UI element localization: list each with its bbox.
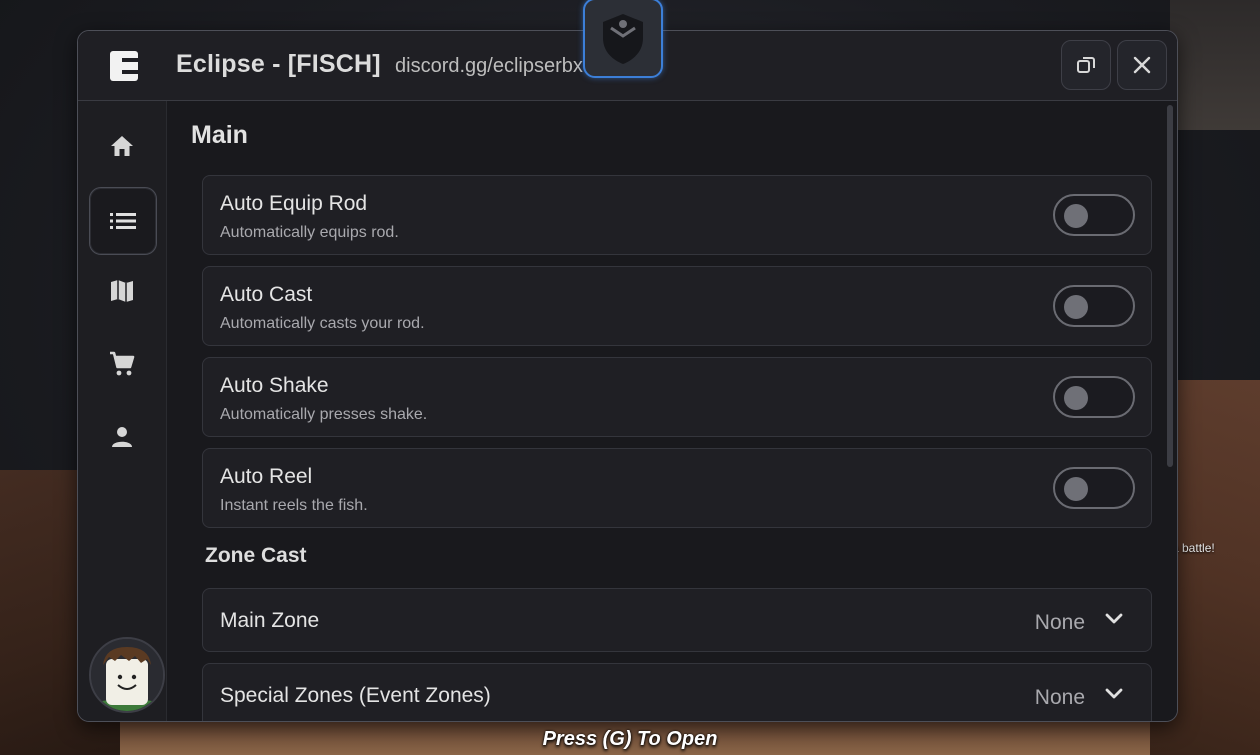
sidebar xyxy=(78,101,167,721)
window-title: Eclipse - [FISCH] xyxy=(176,50,381,78)
dropdown-value: None xyxy=(1034,686,1085,709)
dropdown-special-zones[interactable]: Special Zones (Event Zones) None xyxy=(202,663,1152,721)
game-badge[interactable] xyxy=(583,0,663,78)
cart-icon xyxy=(110,351,135,376)
dropdown-value: None xyxy=(1034,611,1085,634)
sidebar-item-profile[interactable] xyxy=(89,404,155,470)
chevron-down-icon xyxy=(1105,613,1123,624)
toggle-label: Auto Equip Rod xyxy=(220,192,368,215)
toggle-description: Automatically equips rod. xyxy=(220,224,399,241)
avatar[interactable] xyxy=(89,637,165,713)
home-icon xyxy=(111,136,133,156)
restore-icon xyxy=(1077,57,1095,73)
toggle-label: Auto Reel xyxy=(220,465,313,488)
auto-shake-toggle[interactable] xyxy=(1053,376,1135,418)
close-icon xyxy=(1133,56,1151,74)
close-button[interactable] xyxy=(1117,40,1167,90)
toggle-description: Instant reels the fish. xyxy=(220,497,368,514)
auto-reel-toggle[interactable] xyxy=(1053,467,1135,509)
avatar-image xyxy=(91,639,163,711)
minimize-restore-button[interactable] xyxy=(1061,40,1111,90)
background-scenery-top-right xyxy=(1170,0,1260,130)
map-icon xyxy=(111,280,133,302)
toggle-row-auto-cast[interactable]: Auto Cast Automatically casts your rod. xyxy=(202,266,1152,346)
list-icon xyxy=(110,213,136,229)
sidebar-item-shop[interactable] xyxy=(89,331,155,397)
sidebar-item-map[interactable] xyxy=(89,258,155,324)
page-title: Main xyxy=(191,121,248,149)
toggle-knob xyxy=(1064,477,1088,501)
dropdown-label: Special Zones (Event Zones) xyxy=(220,684,491,707)
chevron-down-icon xyxy=(1105,688,1123,699)
toggle-label: Auto Cast xyxy=(220,283,313,306)
toggle-row-auto-equip-rod[interactable]: Auto Equip Rod Automatically equips rod. xyxy=(202,175,1152,255)
chat-snippet: a battle! xyxy=(1172,541,1215,555)
eclipse-window: Eclipse - [FISCH] discord.gg/eclipserbx xyxy=(77,30,1178,722)
sidebar-item-home[interactable] xyxy=(89,113,155,179)
toggle-label: Auto Shake xyxy=(220,374,329,397)
scrollbar[interactable] xyxy=(1167,105,1173,467)
dropdown-main-zone[interactable]: Main Zone None xyxy=(202,588,1152,652)
toggle-description: Automatically casts your rod. xyxy=(220,315,425,332)
auto-equip-rod-toggle[interactable] xyxy=(1053,194,1135,236)
shield-icon xyxy=(603,14,643,64)
toggle-knob xyxy=(1064,295,1088,319)
toggle-row-auto-shake[interactable]: Auto Shake Automatically presses shake. xyxy=(202,357,1152,437)
eclipse-logo-icon xyxy=(110,51,138,81)
toggle-row-auto-reel[interactable]: Auto Reel Instant reels the fish. xyxy=(202,448,1152,528)
press-to-open-hint: Press (G) To Open xyxy=(542,728,718,750)
toggle-description: Automatically presses shake. xyxy=(220,406,428,423)
toggle-knob xyxy=(1064,204,1088,228)
sidebar-item-main[interactable] xyxy=(89,187,157,255)
auto-cast-toggle[interactable] xyxy=(1053,285,1135,327)
dropdown-label: Main Zone xyxy=(220,609,320,632)
zone-cast-heading: Zone Cast xyxy=(205,544,307,567)
discord-link[interactable]: discord.gg/eclipserbx xyxy=(395,55,583,78)
person-icon xyxy=(112,427,132,447)
main-content: Main Auto Equip Rod Automatically equips… xyxy=(167,101,1177,721)
toggle-knob xyxy=(1064,386,1088,410)
